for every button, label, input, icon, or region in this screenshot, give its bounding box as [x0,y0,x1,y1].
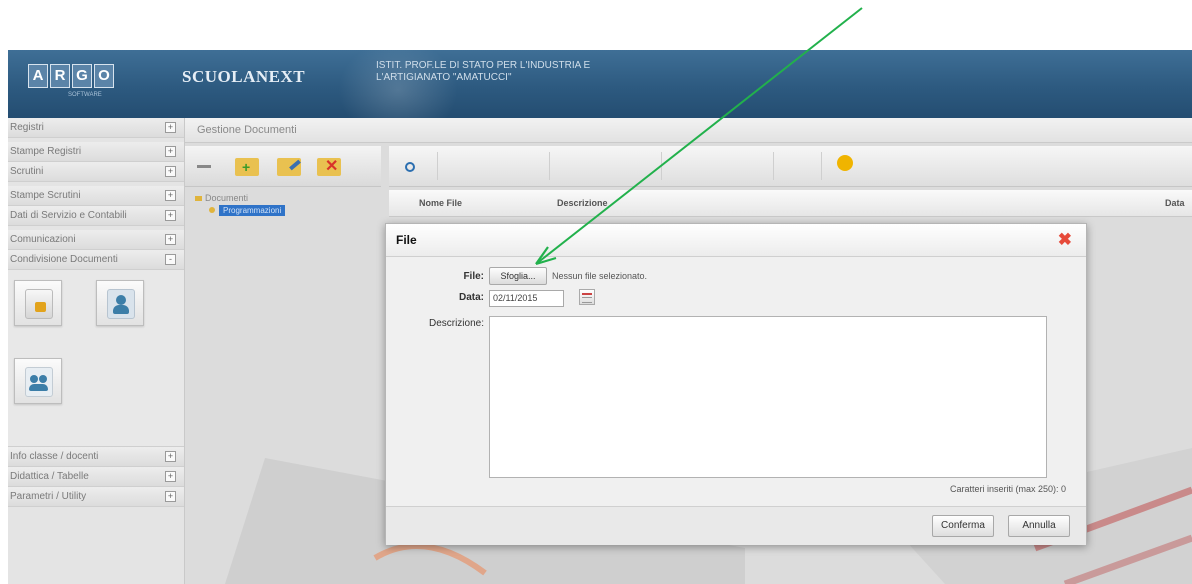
argo-logo: A R G O [28,64,114,88]
expand-toggle-icon[interactable]: + [165,451,176,462]
no-file-text: Nessun file selezionato. [552,271,648,281]
lightbulb-icon[interactable] [837,155,853,171]
logo-letter: R [50,64,70,88]
sidebar-icon-panel [8,270,184,447]
sidebar-item-comunicazioni[interactable]: Comunicazioni + [8,230,184,250]
sidebar-item-label: Stampe Registri [10,146,82,157]
expand-toggle-icon[interactable]: + [165,122,176,133]
edit-folder-button[interactable] [275,152,303,180]
documents-toolbar [389,146,1192,187]
sidebar-item-label: Comunicazioni [10,234,76,245]
sidebar-item-label: Dati di Servizio e Contabili [10,210,127,221]
sidebar-item-scrutini[interactable]: Scrutini + [8,162,184,182]
sidebar-item-parametri[interactable]: Parametri / Utility + [8,487,184,507]
confirm-button[interactable]: Conferma [932,515,994,537]
expand-toggle-icon[interactable]: + [165,491,176,502]
column-nome-file[interactable]: Nome File [419,198,462,208]
school-line-2: L'ARTIGIANATO "AMATUCCI" [376,72,512,83]
close-icon[interactable]: ✖ [1058,231,1072,248]
tree-item-programmazioni[interactable]: Programmazioni [219,205,286,216]
file-label: File: [463,271,484,282]
delete-folder-button[interactable]: ✕ [315,152,343,180]
new-folder-button[interactable]: + [233,152,261,180]
logo-letter: O [94,64,114,88]
logo-subtitle: SOFTWARE [68,92,102,98]
date-field[interactable]: 02/11/2015 [489,290,564,307]
sidebar-item-label: Registri [10,122,44,133]
expand-toggle-icon[interactable]: + [165,234,176,245]
refresh-icon[interactable] [405,162,415,172]
date-label: Data: [458,292,484,303]
sidebar-item-label: Parametri / Utility [10,491,87,502]
document-lock-icon [25,289,53,319]
sidebar-item-label: Scrutini [10,166,44,177]
bacheca-button[interactable] [14,280,62,326]
browse-file-button[interactable]: Sfoglia... [489,267,547,285]
condivisione-classi-button[interactable] [14,358,62,404]
dialog-title: File [386,224,1086,257]
cancel-button[interactable]: Annulla [1008,515,1070,537]
app-header: A R G O SOFTWARE SCUOLANEXT ISTIT. PROF.… [8,50,1192,118]
tree-root[interactable]: Documenti [195,193,248,203]
condivisione-docenti-button[interactable] [96,280,144,326]
description-textarea[interactable] [489,316,1047,478]
sidebar-item-label: Condivisione Documenti [10,254,118,265]
calendar-icon[interactable] [579,289,595,305]
logo-letter: A [28,64,48,88]
folder-tree: Documenti Programmazioni [185,188,381,228]
sidebar-item-label: Info classe / docenti [10,451,99,462]
tree-root-label: Documenti [205,193,249,203]
sidebar-item-condivisione-documenti[interactable]: Condivisione Documenti - [8,250,184,270]
file-dialog: File ✖ File: Sfoglia... Nessun file sele… [385,223,1087,545]
sidebar-item-label: Stampe Scrutini [10,190,81,201]
sidebar-item-info-classe[interactable]: Info classe / docenti + [8,447,184,467]
collapse-all-icon[interactable] [197,165,211,168]
sidebar-item-stampe-registri[interactable]: Stampe Registri + [8,142,184,162]
sidebar-item-stampe-scrutini[interactable]: Stampe Scrutini + [8,186,184,206]
app-name: SCUOLANEXT [182,67,306,86]
user-share-icon [107,289,135,319]
collapse-toggle-icon[interactable]: - [165,254,176,265]
char-counter: Caratteri inseriti (max 250): 0 [949,484,1066,494]
tree-toolbar: + ✕ [185,146,381,187]
sidebar-item-label: Didattica / Tabelle [10,471,89,482]
sidebar-item-dati-servizio[interactable]: Dati di Servizio e Contabili + [8,206,184,226]
users-group-icon [25,367,53,397]
expand-toggle-icon[interactable]: + [165,166,176,177]
sidebar-item-registri[interactable]: Registri + [8,118,184,138]
sidebar: Registri + Stampe Registri + Scrutini + Sta… [8,118,185,584]
expand-toggle-icon[interactable]: + [165,146,176,157]
folder-bullet-icon [209,207,215,213]
column-descrizione[interactable]: Descrizione [557,198,608,208]
sidebar-item-didattica[interactable]: Didattica / Tabelle + [8,467,184,487]
description-label: Descrizione: [428,318,484,329]
column-data[interactable]: Data [1165,198,1185,208]
logo-letter: G [72,64,92,88]
school-line-1: ISTIT. PROF.LE DI STATO PER L'INDUSTRIA … [376,60,591,71]
expand-toggle-icon[interactable]: + [165,190,176,201]
dialog-footer: Conferma Annulla [386,506,1086,545]
documents-grid-header: Nome File Descrizione Data [389,190,1192,217]
expand-toggle-icon[interactable]: + [165,210,176,221]
folder-icon [195,196,202,201]
school-name: ISTIT. PROF.LE DI STATO PER L'INDUSTRIA … [376,60,706,84]
expand-toggle-icon[interactable]: + [165,471,176,482]
